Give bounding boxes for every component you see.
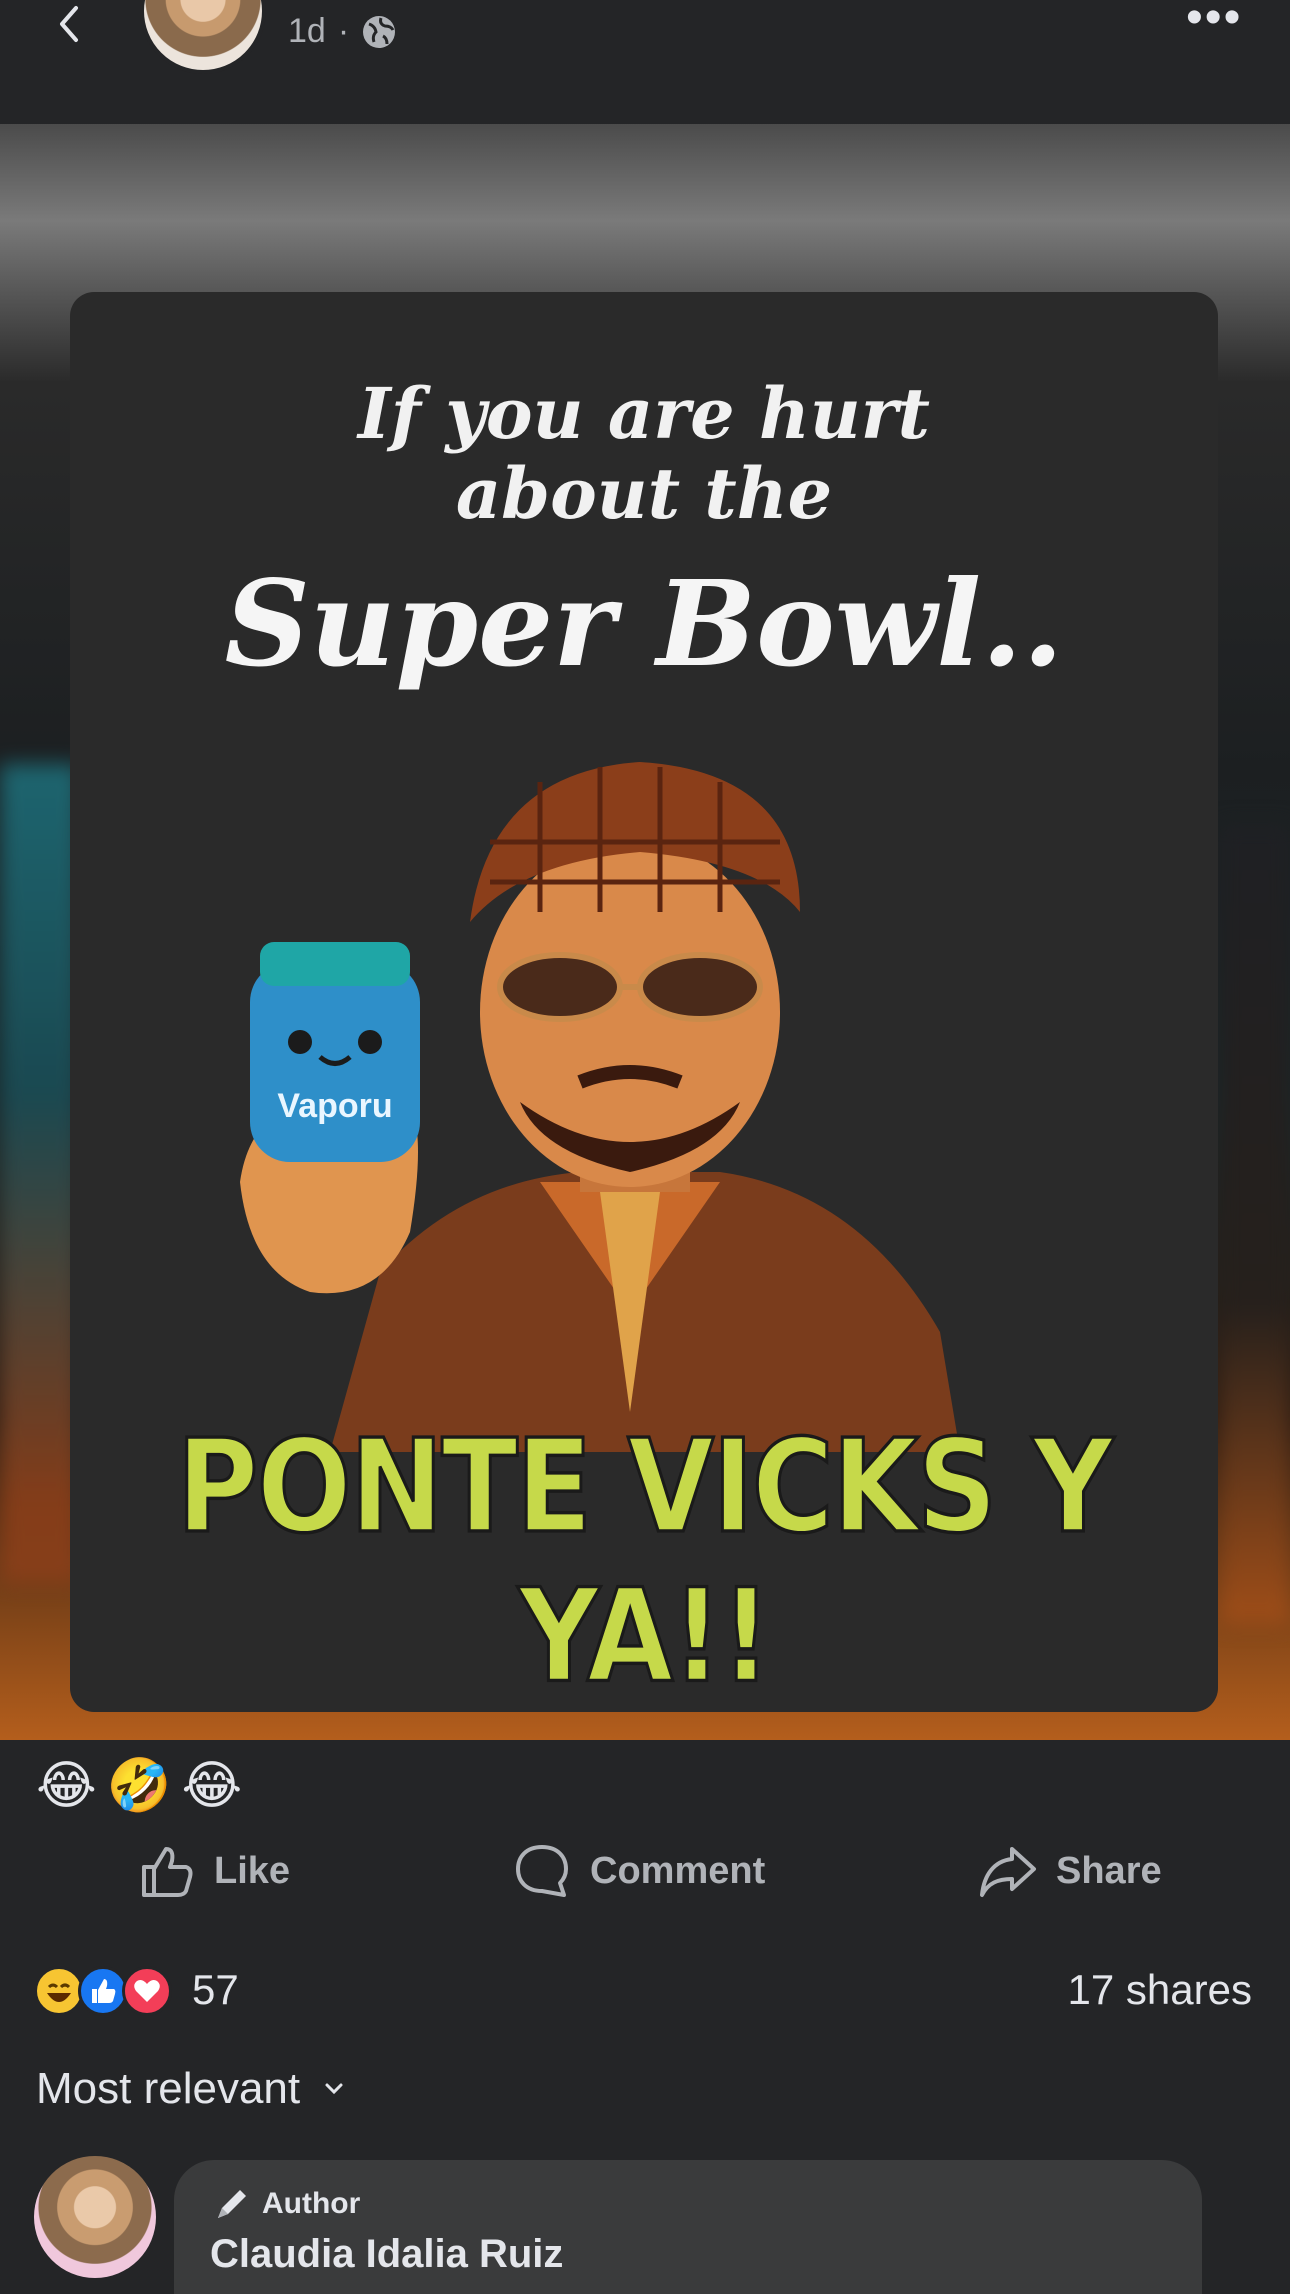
share-button[interactable]: Share	[978, 1836, 1162, 1906]
share-arrow-icon	[980, 1847, 1036, 1897]
meme-card: If you are hurt about the Super Bowl.. V…	[70, 292, 1218, 1712]
like-reaction-icon	[78, 1966, 128, 2016]
post-action-bar: Like Comment Share	[0, 1836, 1290, 1906]
back-button[interactable]	[40, 0, 100, 54]
reaction-count[interactable]: 57	[192, 1966, 239, 2014]
emoji-joy: 😂	[181, 1757, 243, 1815]
image-blur-right	[1220, 824, 1290, 1624]
sort-label: Most relevant	[36, 2064, 301, 2113]
comment-button[interactable]: Comment	[512, 1836, 765, 1906]
pencil-icon	[218, 2190, 246, 2218]
author-badge-label: Author	[262, 2187, 361, 2220]
meta-separator: ·	[337, 12, 350, 50]
like-button[interactable]: Like	[136, 1836, 290, 1906]
comment-label: Comment	[590, 1849, 766, 1892]
jar-label: Vaporu	[277, 1087, 392, 1125]
comment-sort-dropdown[interactable]: Most relevant	[36, 2064, 348, 2114]
haha-reaction-icon	[34, 1966, 84, 2016]
comment-icon	[516, 1845, 568, 1897]
globe-icon	[363, 15, 396, 48]
author-avatar[interactable]	[140, 0, 266, 74]
post-image[interactable]: If you are hurt about the Super Bowl.. V…	[0, 124, 1290, 1740]
emoji-joy: 😂	[36, 1757, 97, 1815]
love-reaction-icon	[122, 1966, 172, 2016]
shares-count[interactable]: 17 shares	[1068, 1966, 1252, 2014]
chevron-left-icon	[60, 6, 78, 42]
meme-caption-title: Super Bowl..	[224, 554, 1064, 693]
like-label: Like	[214, 1849, 291, 1892]
share-label: Share	[1056, 1849, 1162, 1892]
meme-caption-top: If you are hurt about the	[358, 372, 930, 535]
post-header: 1d · •••	[0, 0, 1290, 122]
commenter-avatar[interactable]	[34, 2156, 156, 2278]
thumbs-up-icon	[142, 1847, 193, 1897]
reaction-icons[interactable]	[34, 1966, 172, 2016]
post-meta: 1d ·	[288, 12, 397, 51]
comment-bubble[interactable]: Author Claudia Idalia Ruiz	[174, 2160, 1202, 2294]
post-time: 1d	[288, 12, 326, 50]
commenter-name[interactable]: Claudia Idalia Ruiz	[210, 2232, 563, 2277]
reactions-summary: 57 17 shares	[0, 1960, 1290, 2020]
cartoon-illustration: Vaporu	[240, 762, 960, 1452]
author-badge: Author	[212, 2184, 360, 2224]
chevron-down-icon	[325, 2083, 343, 2095]
more-options-button[interactable]: •••	[1186, 0, 1242, 45]
emoji-rofl: 🤣	[106, 1757, 172, 1815]
post-caption: 😂 🤣 😂	[36, 1756, 242, 1816]
meme-caption-bottom: PONTE VICKS Y YA!!	[175, 1411, 1115, 1712]
image-blur-left	[0, 764, 80, 1584]
